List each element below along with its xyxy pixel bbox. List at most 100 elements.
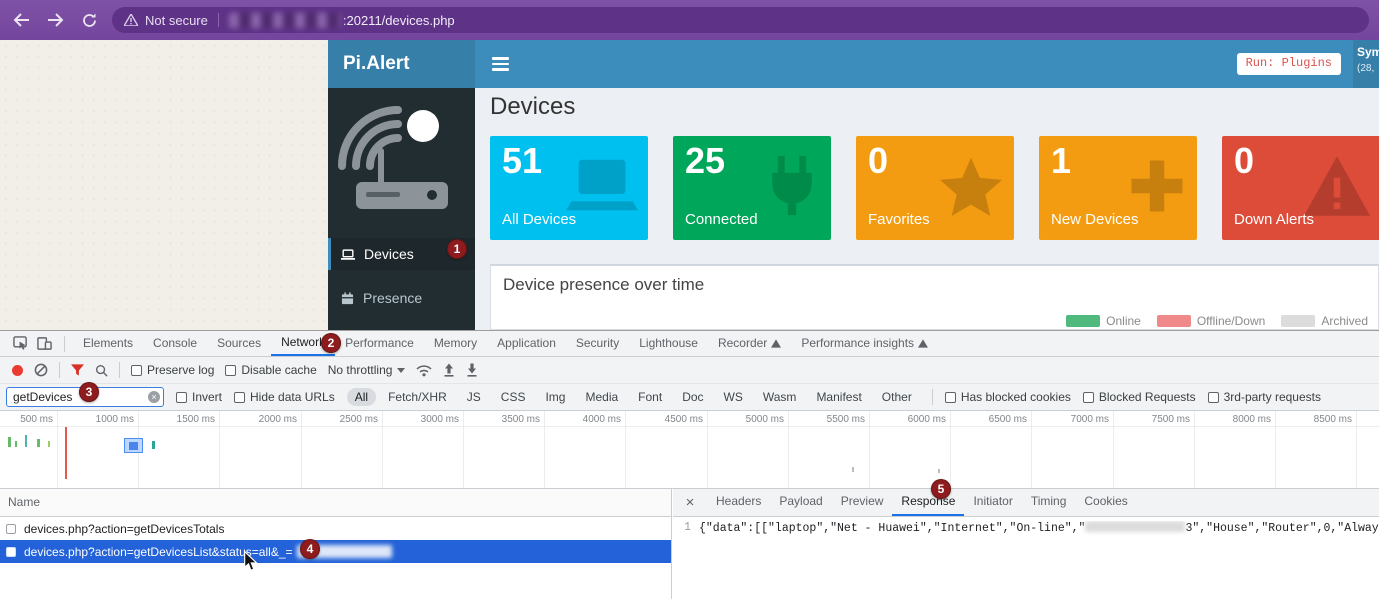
- filter-chip-all[interactable]: All: [347, 388, 376, 406]
- timeline-tick: 3000 ms: [391, 414, 459, 425]
- response-line[interactable]: 1 {"data":[["laptop","Net - Huawei","Int…: [673, 521, 1379, 535]
- hide-data-urls-checkbox[interactable]: [234, 392, 245, 403]
- import-har-icon[interactable]: [443, 363, 455, 377]
- close-details-icon[interactable]: ×: [683, 496, 697, 510]
- filter-chip-doc[interactable]: Doc: [674, 388, 711, 406]
- tab-payload[interactable]: Payload: [770, 489, 831, 516]
- run-plugins-button[interactable]: Run: Plugins: [1237, 53, 1341, 75]
- invert-toggle[interactable]: Invert: [176, 390, 222, 404]
- device-toolbar-button[interactable]: [32, 332, 56, 356]
- url-text: :20211/devices.php: [343, 13, 455, 28]
- filter-chip-other[interactable]: Other: [874, 388, 920, 406]
- toolbar-divider: [59, 362, 60, 378]
- response-json: {"data":[["laptop","Net - Huawei","Inter…: [699, 521, 1379, 535]
- infobox-new-devices[interactable]: 1 New Devices: [1039, 136, 1197, 240]
- infobox-down-alerts[interactable]: 0 Down Alerts: [1222, 136, 1379, 240]
- app-topnav: Run: Plugins Sym (28,: [475, 40, 1379, 88]
- network-overview-timeline[interactable]: 500 ms 1000 ms 1500 ms 2000 ms 2500 ms 3…: [0, 411, 1379, 489]
- tab-console[interactable]: Console: [143, 331, 207, 356]
- filter-chip-wasm[interactable]: Wasm: [755, 388, 805, 406]
- tab-response[interactable]: Response: [892, 489, 964, 516]
- tab-recorder[interactable]: Recorder: [708, 331, 791, 356]
- tab-application[interactable]: Application: [487, 331, 566, 356]
- timeline-activity: [15, 441, 17, 447]
- preserve-log-toggle[interactable]: Preserve log: [131, 363, 214, 377]
- timeline-tick: 4500 ms: [635, 414, 703, 425]
- record-network-log-button[interactable]: [12, 365, 23, 376]
- back-button[interactable]: [8, 7, 34, 33]
- address-bar[interactable]: Not secure :20211/devices.php: [112, 7, 1369, 33]
- filter-input-value: getDevices: [13, 390, 72, 404]
- tab-preview[interactable]: Preview: [832, 489, 893, 516]
- filter-chip-img[interactable]: Img: [537, 388, 573, 406]
- disable-cache-label: Disable cache: [241, 363, 316, 377]
- tab-performance[interactable]: Performance: [335, 331, 424, 356]
- invert-checkbox[interactable]: [176, 392, 187, 403]
- clear-filter-icon[interactable]: ×: [148, 391, 160, 403]
- filter-funnel-icon[interactable]: [71, 364, 84, 376]
- timeline-activity: [37, 439, 40, 447]
- topnav-right-block[interactable]: Sym (28,: [1353, 40, 1379, 88]
- blocked-requests-checkbox[interactable]: [1083, 392, 1094, 403]
- tab-security[interactable]: Security: [566, 331, 629, 356]
- filter-chip-media[interactable]: Media: [577, 388, 626, 406]
- request-name: devices.php?action=getDevicesTotals: [24, 522, 224, 536]
- disable-cache-checkbox[interactable]: [225, 365, 236, 376]
- request-checkbox[interactable]: [6, 547, 16, 557]
- tab-sources[interactable]: Sources: [207, 331, 271, 356]
- star-icon: [938, 156, 1004, 218]
- has-blocked-cookies-checkbox[interactable]: [945, 392, 956, 403]
- throttling-dropdown[interactable]: No throttling: [328, 363, 406, 377]
- app-logo[interactable]: Pi.Alert: [328, 40, 475, 88]
- infobox-favorites[interactable]: 0 Favorites: [856, 136, 1014, 240]
- infobox-label: Favorites: [868, 211, 930, 228]
- preserve-log-checkbox[interactable]: [131, 365, 142, 376]
- presence-panel-title: Device presence over time: [503, 275, 704, 295]
- tab-headers[interactable]: Headers: [707, 489, 770, 516]
- timeline-tick: 8500 ms: [1284, 414, 1352, 425]
- tab-label: Recorder: [718, 332, 767, 355]
- forward-button[interactable]: [42, 7, 68, 33]
- sidebar-item-presence[interactable]: Presence: [328, 282, 475, 314]
- has-blocked-cookies-toggle[interactable]: Has blocked cookies: [945, 390, 1071, 404]
- search-icon[interactable]: [95, 364, 108, 377]
- tab-cookies[interactable]: Cookies: [1075, 489, 1136, 516]
- tab-initiator[interactable]: Initiator: [964, 489, 1021, 516]
- request-checkbox[interactable]: [6, 524, 16, 534]
- annotation-badge-5: 5: [931, 479, 951, 499]
- filter-chip-ws[interactable]: WS: [716, 388, 751, 406]
- blocked-requests-toggle[interactable]: Blocked Requests: [1083, 390, 1196, 404]
- tab-timing[interactable]: Timing: [1022, 489, 1076, 516]
- filter-chip-font[interactable]: Font: [630, 388, 670, 406]
- filter-chip-fetch-xhr[interactable]: Fetch/XHR: [380, 388, 455, 406]
- infobox-label: New Devices: [1051, 211, 1139, 228]
- legend-label: Archived: [1321, 314, 1368, 328]
- tab-lighthouse[interactable]: Lighthouse: [629, 331, 708, 356]
- clear-network-log-icon[interactable]: [34, 363, 48, 377]
- filter-chip-js[interactable]: JS: [459, 388, 489, 406]
- disable-cache-toggle[interactable]: Disable cache: [225, 363, 316, 377]
- annotation-badge-4: 4: [300, 539, 320, 559]
- filter-chip-manifest[interactable]: Manifest: [808, 388, 869, 406]
- refresh-button[interactable]: [76, 7, 102, 33]
- infobox-connected[interactable]: 25 Connected: [673, 136, 831, 240]
- name-column-header[interactable]: Name: [0, 489, 671, 517]
- tab-memory[interactable]: Memory: [424, 331, 487, 356]
- tab-performance-insights[interactable]: Performance insights: [791, 331, 938, 356]
- timeline-tick: 5500 ms: [797, 414, 865, 425]
- infobox-all-devices[interactable]: 51 All Devices: [490, 136, 648, 240]
- filter-chip-css[interactable]: CSS: [493, 388, 534, 406]
- hamburger-menu-button[interactable]: [492, 57, 509, 74]
- export-har-icon[interactable]: [466, 363, 478, 377]
- timeline-red-marker: [65, 427, 67, 479]
- inspect-cursor-icon: [13, 336, 28, 351]
- tab-elements[interactable]: Elements: [73, 331, 143, 356]
- inspect-element-button[interactable]: [8, 332, 32, 356]
- plus-icon: [1127, 156, 1187, 216]
- third-party-requests-checkbox[interactable]: [1208, 392, 1219, 403]
- hide-data-urls-toggle[interactable]: Hide data URLs: [234, 390, 335, 404]
- third-party-requests-toggle[interactable]: 3rd-party requests: [1208, 390, 1321, 404]
- network-conditions-icon[interactable]: [416, 364, 432, 377]
- request-row[interactable]: devices.php?action=getDevicesTotals: [0, 517, 671, 540]
- request-row-selected[interactable]: devices.php?action=getDevicesList&status…: [0, 540, 671, 563]
